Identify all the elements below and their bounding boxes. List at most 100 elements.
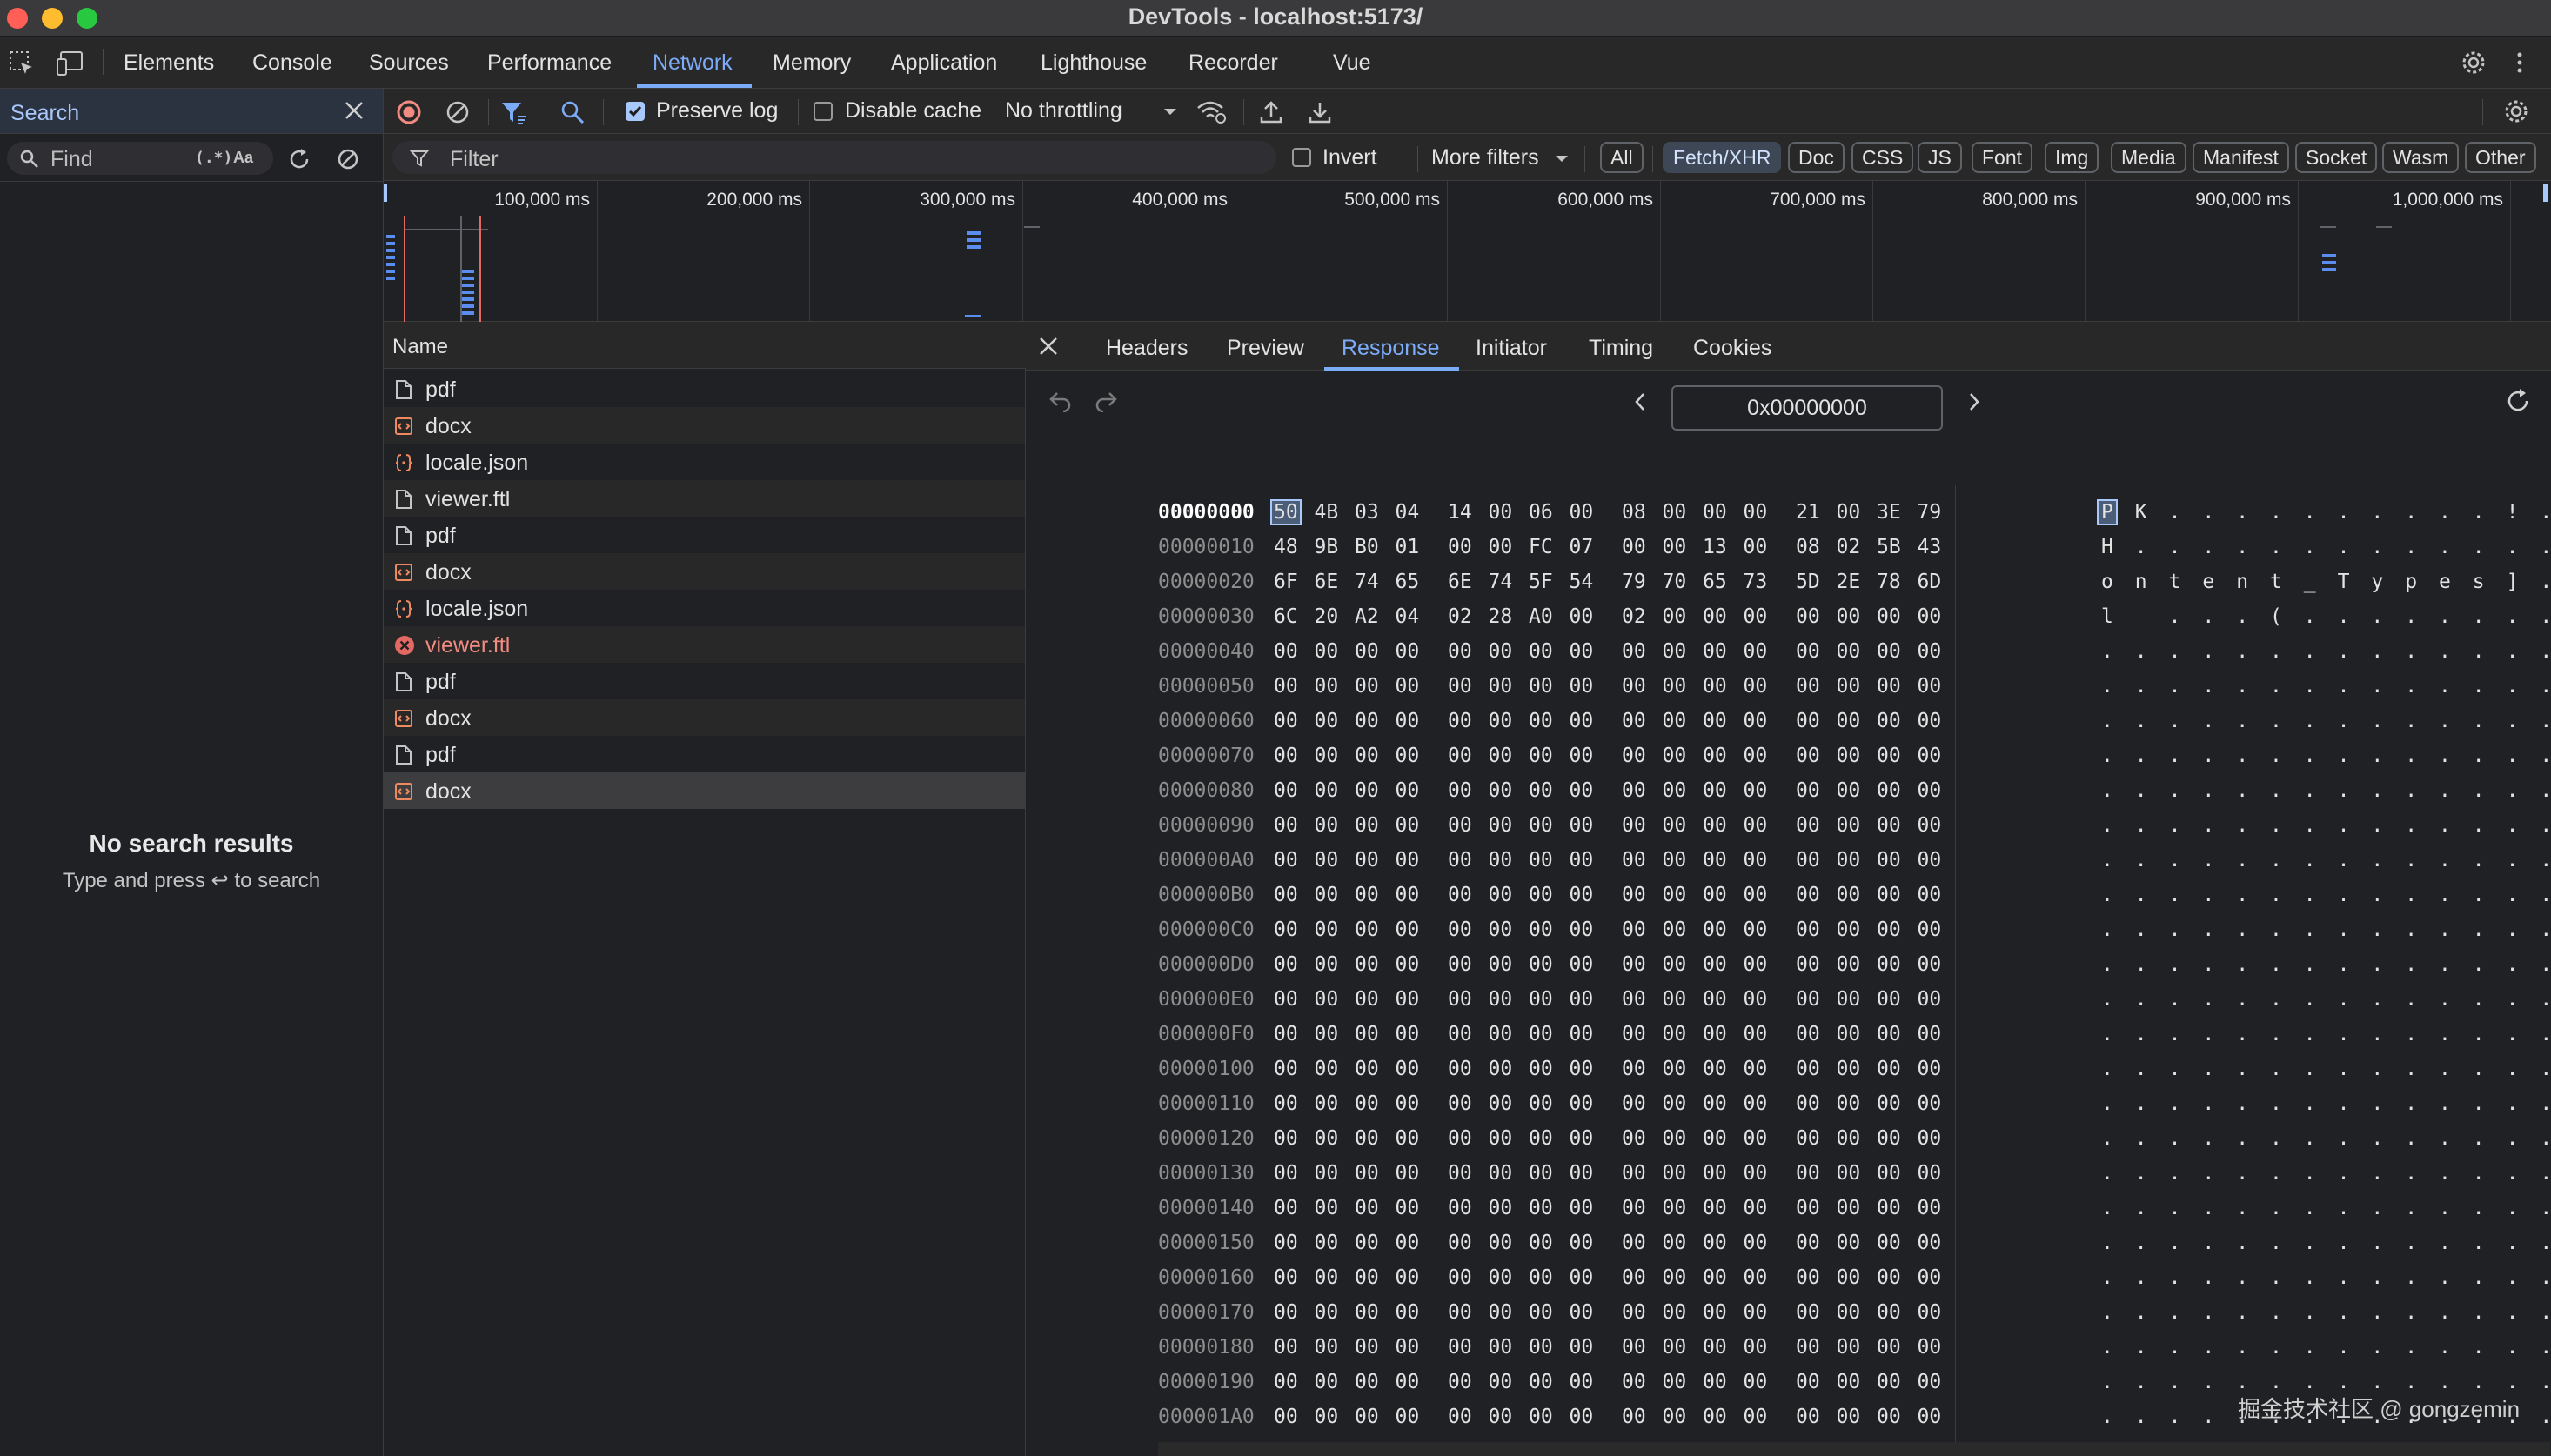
ascii-char[interactable]: . — [2371, 1266, 2383, 1289]
ascii-char[interactable]: n — [2135, 571, 2147, 593]
ascii-char[interactable]: . — [2304, 1266, 2316, 1289]
hex-byte[interactable]: 00 — [1529, 1162, 1553, 1185]
ascii-char[interactable]: . — [2473, 814, 2485, 837]
ascii-char[interactable]: . — [2507, 1058, 2519, 1080]
ascii-char[interactable]: . — [2338, 1058, 2350, 1080]
hex-byte[interactable]: 00 — [1877, 710, 1901, 732]
hex-byte[interactable]: 00 — [1570, 849, 1594, 872]
hex-byte[interactable]: 00 — [1396, 849, 1420, 872]
ascii-char[interactable]: . — [2371, 884, 2383, 906]
ascii-char[interactable]: . — [2169, 988, 2181, 1011]
search-icon[interactable] — [559, 99, 586, 125]
hex-byte[interactable]: A0 — [1529, 605, 1553, 628]
type-filter-js[interactable]: JS — [1918, 142, 1962, 173]
hex-byte[interactable]: 00 — [1355, 1301, 1379, 1324]
hex-byte[interactable]: 00 — [1570, 1406, 1594, 1428]
hex-byte[interactable]: 00 — [1837, 1232, 1861, 1254]
hex-byte[interactable]: 00 — [1622, 1406, 1646, 1428]
hex-byte[interactable]: 00 — [1315, 849, 1339, 872]
ascii-char[interactable]: . — [2473, 605, 2485, 628]
hex-byte[interactable]: 00 — [1796, 1371, 1820, 1393]
ascii-char[interactable]: . — [2236, 640, 2248, 663]
hex-byte[interactable]: 00 — [1663, 710, 1687, 732]
hex-byte[interactable]: 00 — [1663, 640, 1687, 663]
ascii-char[interactable]: . — [2540, 1023, 2550, 1045]
hex-byte[interactable]: 5F — [1529, 571, 1553, 593]
hex-byte[interactable]: 00 — [1529, 1232, 1553, 1254]
ascii-char[interactable]: . — [2135, 779, 2147, 802]
hex-byte[interactable]: 00 — [1837, 1092, 1861, 1115]
hex-byte[interactable]: 6D — [1918, 571, 1942, 593]
record-button[interactable] — [396, 99, 422, 125]
ascii-char[interactable]: . — [2439, 640, 2451, 663]
hex-byte[interactable]: 00 — [1315, 1197, 1339, 1219]
hex-byte[interactable]: 00 — [1877, 675, 1901, 698]
ascii-char[interactable]: ! — [2507, 501, 2519, 524]
hex-byte[interactable]: 00 — [1622, 988, 1646, 1011]
ascii-char[interactable]: . — [2338, 675, 2350, 698]
hex-byte[interactable]: 00 — [1355, 1336, 1379, 1359]
ascii-char[interactable]: . — [2169, 918, 2181, 941]
hex-byte[interactable]: 00 — [1622, 640, 1646, 663]
hex-byte[interactable]: 04 — [1396, 501, 1420, 524]
ascii-char[interactable]: _ — [2304, 571, 2316, 593]
ascii-char[interactable]: . — [2439, 953, 2451, 976]
ascii-char[interactable]: . — [2405, 884, 2417, 906]
hex-byte[interactable]: 00 — [1744, 640, 1768, 663]
ascii-char[interactable]: s — [2473, 571, 2485, 593]
ascii-char[interactable]: . — [2270, 1266, 2282, 1289]
ascii-char[interactable]: . — [2439, 1058, 2451, 1080]
ascii-char[interactable]: . — [2473, 884, 2485, 906]
hex-byte[interactable]: 00 — [1663, 1232, 1687, 1254]
hex-byte[interactable]: 00 — [1570, 1266, 1594, 1289]
ascii-char[interactable]: . — [2101, 1266, 2113, 1289]
hex-byte[interactable]: 00 — [1837, 1266, 1861, 1289]
hex-byte[interactable]: 00 — [1744, 1162, 1768, 1185]
ascii-char[interactable]: . — [2507, 745, 2519, 767]
hex-byte[interactable]: 00 — [1837, 779, 1861, 802]
hex-byte[interactable]: 5D — [1796, 571, 1820, 593]
device-toolbar-icon[interactable] — [56, 50, 84, 77]
ascii-char[interactable]: . — [2169, 884, 2181, 906]
hex-byte[interactable]: 73 — [1744, 571, 1768, 593]
hex-byte[interactable]: 00 — [1703, 918, 1727, 941]
type-filter-all[interactable]: All — [1600, 142, 1644, 173]
hex-byte[interactable]: 00 — [1274, 1266, 1298, 1289]
hex-byte[interactable]: 00 — [1489, 501, 1513, 524]
ascii-char[interactable]: . — [2101, 849, 2113, 872]
hex-byte[interactable]: 00 — [1570, 1023, 1594, 1045]
hex-byte[interactable]: 00 — [1744, 501, 1768, 524]
hex-byte[interactable]: 00 — [1837, 1371, 1861, 1393]
ascii-char[interactable]: . — [2371, 918, 2383, 941]
hex-byte[interactable]: 00 — [1622, 675, 1646, 698]
ascii-char[interactable]: . — [2101, 1197, 2113, 1219]
hex-byte[interactable]: 00 — [1744, 1197, 1768, 1219]
hex-byte[interactable]: 00 — [1918, 849, 1942, 872]
ascii-char[interactable]: . — [2338, 640, 2350, 663]
ascii-char[interactable]: . — [2101, 640, 2113, 663]
hex-byte[interactable]: 00 — [1877, 640, 1901, 663]
ascii-char[interactable]: . — [2169, 675, 2181, 698]
ascii-char[interactable]: . — [2135, 814, 2147, 837]
hex-byte[interactable]: 00 — [1877, 918, 1901, 941]
hex-byte[interactable]: 00 — [1796, 1336, 1820, 1359]
hex-byte[interactable]: 02 — [1837, 536, 1861, 558]
hex-byte[interactable]: 00 — [1529, 1406, 1553, 1428]
hex-byte[interactable]: 00 — [1448, 1232, 1472, 1254]
hex-byte[interactable]: 00 — [1837, 501, 1861, 524]
ascii-char[interactable]: . — [2202, 884, 2214, 906]
ascii-char[interactable]: . — [2236, 1162, 2248, 1185]
ascii-char[interactable]: . — [2371, 1058, 2383, 1080]
hex-byte[interactable]: 00 — [1570, 1197, 1594, 1219]
hex-byte[interactable]: 00 — [1570, 640, 1594, 663]
hex-byte[interactable]: 00 — [1355, 1266, 1379, 1289]
hex-byte[interactable]: 00 — [1877, 1023, 1901, 1045]
ascii-char[interactable]: . — [2507, 779, 2519, 802]
hex-byte[interactable]: 00 — [1703, 1092, 1727, 1115]
hex-byte[interactable]: 00 — [1448, 1406, 1472, 1428]
hex-byte[interactable]: 00 — [1877, 849, 1901, 872]
type-filter-fetch-xhr[interactable]: Fetch/XHR — [1663, 142, 1782, 173]
ascii-char[interactable]: . — [2439, 1266, 2451, 1289]
invert-checkbox[interactable] — [1292, 148, 1311, 167]
ascii-char[interactable]: . — [2169, 640, 2181, 663]
